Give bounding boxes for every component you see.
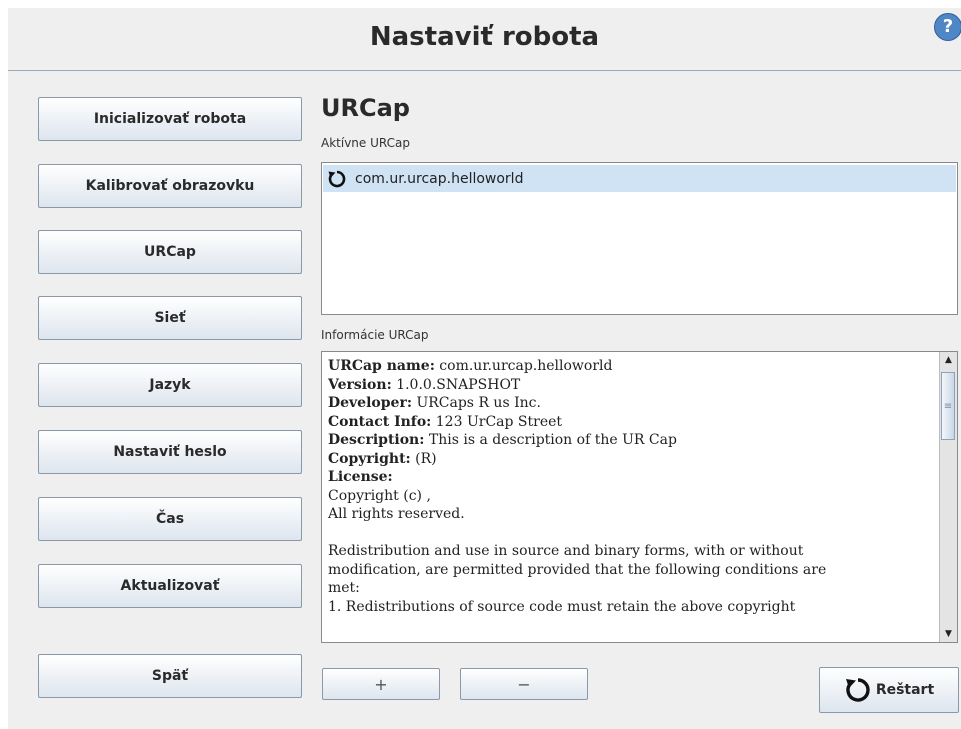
nav-set-password-button[interactable]: Nastaviť heslo: [38, 430, 302, 474]
back-button[interactable]: Späť: [38, 654, 302, 698]
info-key: Description:: [328, 432, 425, 448]
nav-initialize-robot-button[interactable]: Inicializovať robota: [38, 97, 302, 141]
urcap-info-panel[interactable]: URCap name: com.ur.urcap.helloworld Vers…: [321, 351, 958, 643]
scroll-down-arrow-icon[interactable]: ▼: [940, 626, 957, 642]
license-line: met:: [328, 580, 360, 596]
info-key: Developer:: [328, 395, 412, 411]
remove-urcap-button[interactable]: −: [460, 668, 588, 700]
page-title: Nastaviť robota: [369, 22, 600, 52]
info-value: 1.0.0.SNAPSHOT: [391, 376, 521, 393]
list-item[interactable]: com.ur.urcap.helloworld: [323, 165, 956, 192]
section-title: URCap: [321, 94, 410, 122]
license-line: Copyright (c) ,: [328, 487, 431, 504]
nav-calibrate-screen-button[interactable]: Kalibrovať obrazovku: [38, 164, 302, 208]
info-key: Version:: [328, 376, 392, 393]
help-icon[interactable]: ?: [934, 13, 961, 41]
info-value: URCaps R us Inc.: [412, 395, 541, 411]
scroll-thumb[interactable]: ≡: [941, 372, 955, 440]
active-urcap-list[interactable]: com.ur.urcap.helloworld: [321, 162, 958, 315]
info-value: 123 UrCap Street: [431, 413, 563, 430]
header: Nastaviť robota ?: [8, 8, 961, 71]
plus-icon: +: [374, 674, 388, 694]
restart-label: Reštart: [875, 682, 935, 698]
urcap-info-text: URCap name: com.ur.urcap.helloworld Vers…: [328, 357, 933, 616]
refresh-icon: [327, 169, 347, 189]
nav-network-button[interactable]: Sieť: [38, 296, 302, 340]
active-urcap-label: Aktívne URCap: [321, 136, 410, 150]
info-value: (R): [410, 450, 437, 467]
license-line: Redistribution and use in source and bin…: [328, 543, 804, 559]
refresh-icon: [845, 678, 870, 702]
urcap-name: com.ur.urcap.helloworld: [355, 170, 524, 187]
info-key: License:: [328, 469, 393, 485]
info-scrollbar[interactable]: ▲ ≡ ▼: [939, 352, 957, 642]
urcap-info-label: Informácie URCap: [321, 328, 429, 342]
info-key: Contact Info:: [328, 413, 432, 430]
restart-button[interactable]: Reštart: [819, 667, 959, 713]
license-line: All rights reserved.: [328, 506, 465, 522]
scroll-up-arrow-icon[interactable]: ▲: [940, 352, 957, 368]
add-urcap-button[interactable]: +: [322, 668, 440, 700]
nav-urcap-button[interactable]: URCap: [38, 230, 302, 274]
license-line: [328, 524, 933, 543]
nav-time-button[interactable]: Čas: [38, 497, 302, 541]
nav-update-button[interactable]: Aktualizovať: [38, 564, 302, 608]
info-value: com.ur.urcap.helloworld: [434, 358, 613, 374]
app-window: Nastaviť robota ? Inicializovať robota K…: [8, 8, 961, 729]
info-key: Copyright:: [328, 450, 411, 467]
license-line: modification, are permitted provided tha…: [328, 561, 827, 578]
minus-icon: −: [517, 674, 531, 694]
license-line: 1. Redistributions of source code must r…: [328, 598, 796, 615]
info-value: This is a description of the UR Cap: [424, 432, 677, 448]
nav-language-button[interactable]: Jazyk: [38, 363, 302, 407]
info-key: URCap name:: [328, 358, 435, 374]
